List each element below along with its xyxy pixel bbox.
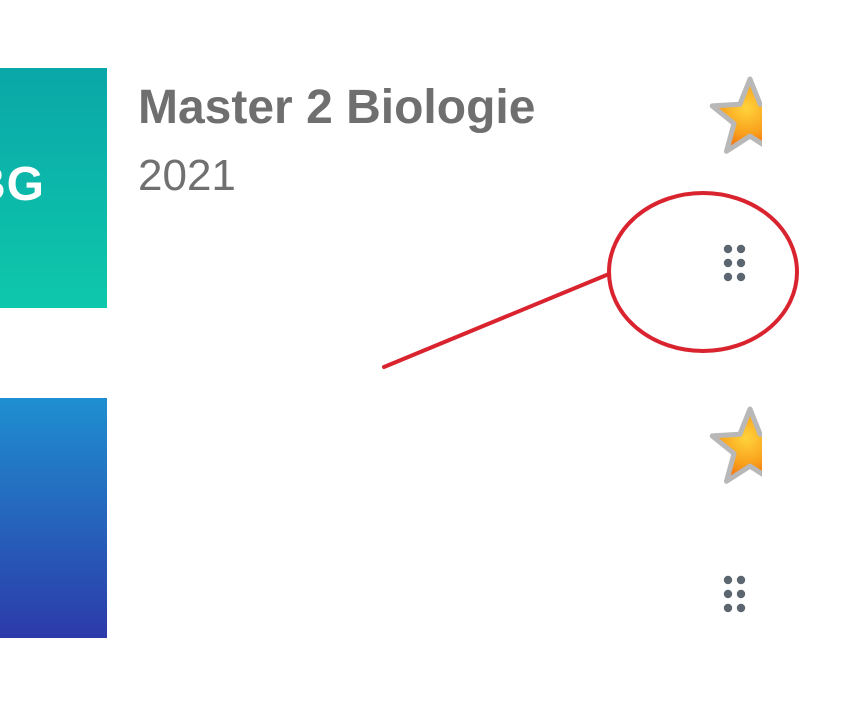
course-thumbnail[interactable]: BG bbox=[0, 68, 107, 308]
course-title[interactable]: Master 2 Biologie bbox=[138, 81, 535, 135]
course-thumbnail[interactable] bbox=[0, 398, 107, 638]
drag-handle-icon[interactable] bbox=[720, 573, 750, 617]
annotation-pointer-line bbox=[382, 272, 611, 369]
drag-handle-icon[interactable] bbox=[720, 242, 750, 286]
annotation-ellipse bbox=[607, 191, 799, 353]
favorite-star-icon[interactable] bbox=[708, 74, 762, 158]
favorite-star-icon[interactable] bbox=[708, 404, 762, 488]
course-thumbnail-initials: BG bbox=[0, 158, 45, 211]
course-year: 2021 bbox=[138, 151, 236, 200]
